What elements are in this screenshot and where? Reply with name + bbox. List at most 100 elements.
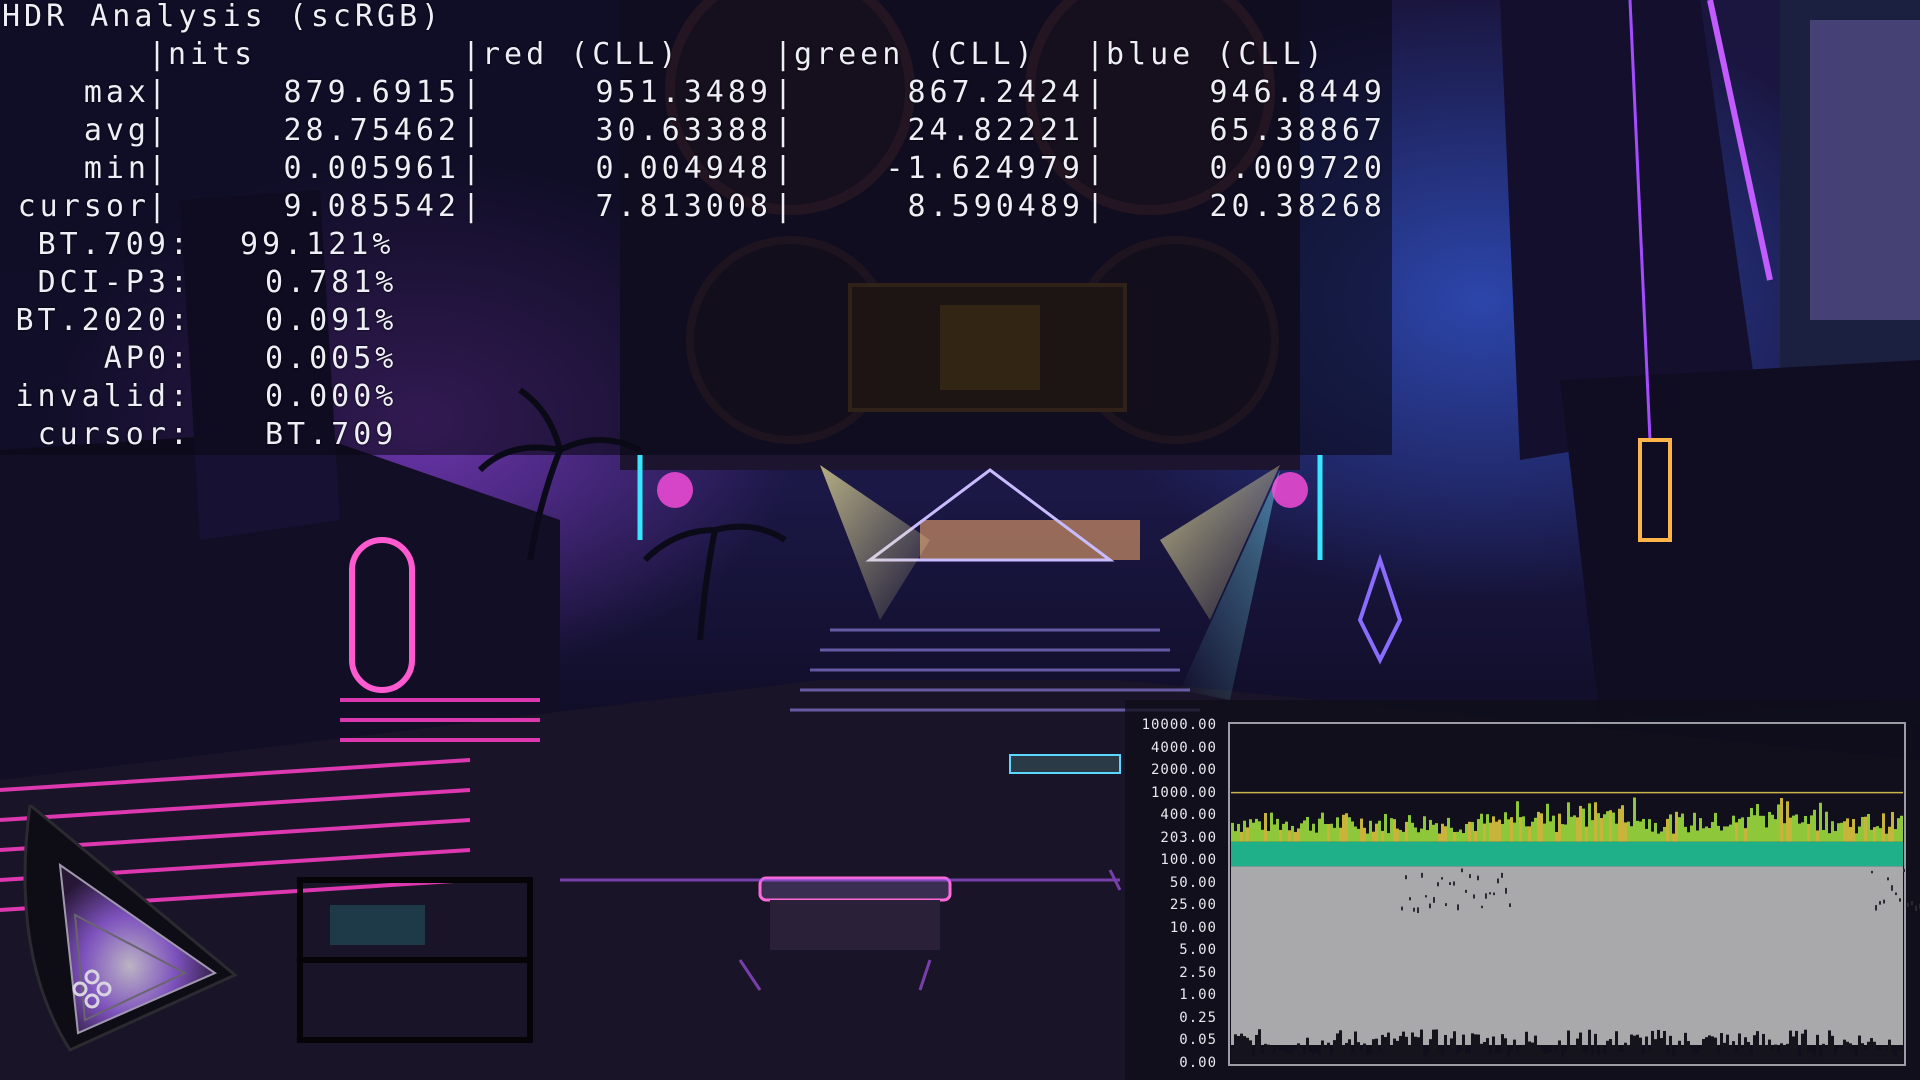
table-separator: | bbox=[1086, 113, 1105, 148]
luminance-peak bbox=[1735, 822, 1738, 842]
luminance-noise bbox=[1240, 1033, 1243, 1063]
luminance-noise bbox=[1447, 1049, 1450, 1063]
luminance-noise bbox=[1618, 1052, 1621, 1063]
luminance-noise bbox=[1675, 1047, 1678, 1063]
luminance-noise bbox=[1555, 1049, 1558, 1063]
luminance-peak bbox=[1411, 822, 1414, 842]
luminance-peak bbox=[1597, 813, 1600, 842]
luminance-noise bbox=[1765, 1045, 1768, 1063]
luminance-noise bbox=[1822, 1043, 1825, 1063]
table-separator: | bbox=[774, 37, 793, 72]
value-avg-green: 24.82221 bbox=[907, 113, 1084, 148]
luminance-noise bbox=[1621, 1051, 1624, 1063]
luminance-peak bbox=[1684, 826, 1687, 842]
value-max-blue: 946.8449 bbox=[1209, 75, 1386, 110]
luminance-peak bbox=[1888, 826, 1891, 842]
luminance-noise bbox=[1717, 1053, 1720, 1063]
luminance-peak bbox=[1432, 824, 1435, 842]
luminance-dip bbox=[1421, 872, 1423, 878]
value-avg-red: 30.63388 bbox=[595, 113, 772, 148]
luminance-noise bbox=[1312, 1055, 1315, 1063]
luminance-noise bbox=[1453, 1031, 1456, 1063]
luminance-dip bbox=[1891, 885, 1893, 891]
luminance-peak bbox=[1252, 822, 1255, 842]
luminance-noise bbox=[1732, 1041, 1735, 1063]
luminance-peak bbox=[1357, 828, 1360, 842]
luminance-peak bbox=[1288, 830, 1291, 842]
luminance-peak bbox=[1399, 829, 1402, 842]
y-tick-label: 5.00 bbox=[1179, 942, 1217, 959]
luminance-noise bbox=[1663, 1030, 1666, 1063]
luminance-noise bbox=[1882, 1046, 1885, 1063]
luminance-peak bbox=[1564, 824, 1567, 842]
luminance-noise bbox=[1336, 1033, 1339, 1063]
luminance-noise bbox=[1234, 1034, 1237, 1063]
luminance-noise bbox=[1591, 1054, 1594, 1063]
gamut-label-invalid: invalid: bbox=[15, 379, 192, 414]
gamut-label-bt2020: BT.2020: bbox=[15, 303, 192, 338]
luminance-peak bbox=[1273, 824, 1276, 842]
luminance-noise bbox=[1873, 1041, 1876, 1063]
luminance-noise bbox=[1600, 1045, 1603, 1063]
value-min-blue: 0.009720 bbox=[1209, 151, 1386, 186]
luminance-peak bbox=[1267, 831, 1270, 842]
luminance-dip bbox=[1409, 897, 1411, 901]
luminance-peak bbox=[1567, 802, 1570, 842]
luminance-noise bbox=[1288, 1052, 1291, 1063]
luminance-peak bbox=[1363, 827, 1366, 842]
luminance-noise bbox=[1561, 1056, 1564, 1063]
luminance-noise bbox=[1372, 1039, 1375, 1063]
luminance-noise bbox=[1444, 1034, 1447, 1063]
luminance-noise bbox=[1741, 1048, 1744, 1063]
luminance-noise bbox=[1477, 1034, 1480, 1063]
luminance-peak bbox=[1762, 815, 1765, 842]
luminance-peak bbox=[1456, 831, 1459, 842]
luminance-peak bbox=[1720, 830, 1723, 842]
luminance-peak bbox=[1495, 821, 1498, 842]
luminance-dip bbox=[1433, 897, 1435, 903]
luminance-noise bbox=[1237, 1035, 1240, 1063]
luminance-noise bbox=[1726, 1034, 1729, 1063]
luminance-dip bbox=[1425, 895, 1427, 898]
luminance-peak bbox=[1492, 816, 1495, 842]
gamut-label-bt709: BT.709: bbox=[37, 227, 192, 262]
luminance-noise bbox=[1537, 1047, 1540, 1063]
luminance-noise bbox=[1471, 1033, 1474, 1063]
luminance-peak bbox=[1285, 821, 1288, 842]
luminance-noise bbox=[1606, 1040, 1609, 1063]
y-tick-label: 100.00 bbox=[1160, 852, 1217, 869]
luminance-dip bbox=[1887, 877, 1889, 881]
luminance-noise bbox=[1720, 1033, 1723, 1063]
luminance-peak bbox=[1867, 814, 1870, 842]
luminance-peak bbox=[1558, 813, 1561, 842]
luminance-noise bbox=[1834, 1054, 1837, 1063]
table-separator: | bbox=[148, 151, 167, 186]
luminance-noise bbox=[1399, 1035, 1402, 1063]
luminance-noise bbox=[1651, 1030, 1654, 1063]
luminance-noise bbox=[1258, 1029, 1261, 1063]
luminance-peak bbox=[1609, 810, 1612, 842]
luminance-noise bbox=[1396, 1040, 1399, 1063]
luminance-noise bbox=[1828, 1030, 1831, 1063]
luminance-noise bbox=[1231, 1048, 1234, 1063]
luminance-noise bbox=[1417, 1037, 1420, 1063]
luminance-dip bbox=[1911, 900, 1913, 906]
luminance-peak bbox=[1789, 817, 1792, 842]
table-separator: | bbox=[774, 151, 793, 186]
y-tick-label: 0.05 bbox=[1179, 1032, 1217, 1049]
luminance-noise bbox=[1546, 1053, 1549, 1063]
luminance-dip bbox=[1871, 870, 1873, 874]
luminance-peak bbox=[1654, 822, 1657, 842]
luminance-noise bbox=[1492, 1036, 1495, 1063]
luminance-peak bbox=[1774, 819, 1777, 842]
luminance-peak bbox=[1792, 815, 1795, 842]
luminance-peak bbox=[1366, 833, 1369, 842]
luminance-peak bbox=[1894, 829, 1897, 842]
luminance-dip bbox=[1417, 907, 1419, 914]
luminance-peak bbox=[1294, 831, 1297, 842]
luminance-noise bbox=[1393, 1038, 1396, 1063]
luminance-noise bbox=[1459, 1051, 1462, 1063]
table-separator: | bbox=[1086, 189, 1105, 224]
luminance-peak bbox=[1618, 808, 1621, 842]
luminance-noise bbox=[1615, 1031, 1618, 1063]
